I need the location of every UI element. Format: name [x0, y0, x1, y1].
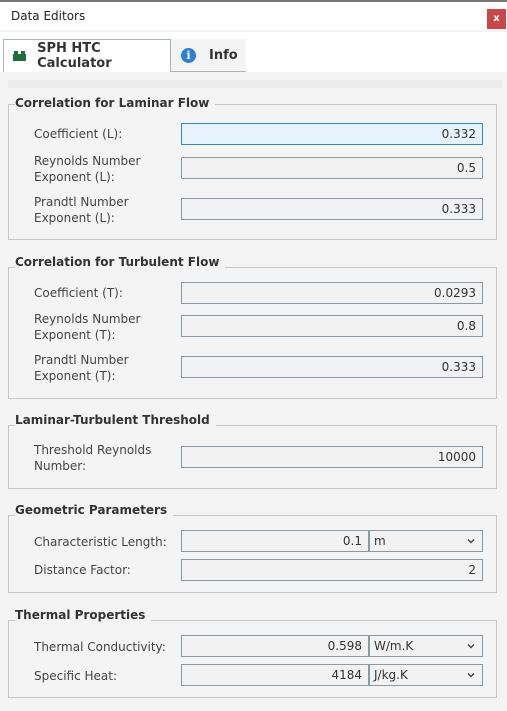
field-label: Distance Factor: — [34, 563, 131, 577]
chevron-down-icon — [467, 539, 475, 544]
field-label: Reynolds Number — [34, 312, 141, 326]
prandtl-exponent-l-input[interactable]: 0.333 — [181, 198, 483, 220]
group-title: Thermal Properties — [15, 608, 152, 622]
field-label: Reynolds Number — [34, 154, 141, 168]
group-title: Correlation for Turbulent Flow — [15, 255, 226, 269]
thermal-conductivity-unit-select[interactable]: W/m.K — [369, 635, 483, 657]
characteristic-length-unit-select[interactable]: m — [369, 530, 483, 552]
info-icon: i — [181, 47, 196, 63]
threshold-reynolds-input[interactable]: 10000 — [181, 446, 483, 468]
select-value: J/kg.K — [374, 668, 408, 682]
title-bar: Data Editors x — [0, 2, 507, 30]
field-label: Exponent (T): — [34, 328, 116, 342]
field-label: Characteristic Length: — [34, 535, 167, 549]
tab-label: Info — [209, 47, 238, 63]
chevron-down-icon — [467, 644, 475, 649]
group-title: Laminar-Turbulent Threshold — [15, 413, 216, 427]
select-value: W/m.K — [374, 639, 414, 653]
chevron-down-icon — [467, 673, 475, 678]
group-frame — [8, 620, 497, 698]
field-label: Coefficient (L): — [34, 127, 123, 141]
field-label: Exponent (L): — [34, 170, 115, 184]
field-label: Specific Heat: — [34, 669, 118, 683]
window-title: Data Editors — [11, 9, 86, 23]
group-title: Correlation for Laminar Flow — [15, 96, 216, 110]
field-label: Number: — [34, 459, 87, 473]
tab-sph-htc-calculator[interactable]: SPH HTC Calculator — [3, 39, 171, 72]
lego-block-icon — [13, 51, 26, 61]
field-label: Prandtl Number — [34, 353, 129, 367]
field-label: Exponent (T): — [34, 369, 116, 383]
coefficient-l-input[interactable]: 0.332 — [181, 123, 483, 145]
coefficient-t-input[interactable]: 0.0293 — [181, 282, 483, 304]
content-header-strip — [8, 80, 502, 88]
specific-heat-unit-select[interactable]: J/kg.K — [369, 664, 483, 686]
group-frame — [8, 515, 497, 593]
field-label: Coefficient (T): — [34, 286, 123, 300]
field-label: Prandtl Number — [34, 195, 129, 209]
reynolds-exponent-l-input[interactable]: 0.5 — [181, 157, 483, 179]
select-value: m — [374, 534, 386, 548]
tab-bar: SPH HTC Calculator i Info — [0, 32, 507, 72]
specific-heat-input[interactable]: 4184 — [181, 664, 369, 686]
characteristic-length-input[interactable]: 0.1 — [181, 530, 369, 552]
group-title: Geometric Parameters — [15, 503, 174, 517]
field-label: Exponent (L): — [34, 211, 115, 225]
prandtl-exponent-t-input[interactable]: 0.333 — [181, 356, 483, 378]
field-label: Thermal Conductivity: — [34, 640, 166, 654]
field-label: Threshold Reynolds — [34, 443, 152, 457]
close-button[interactable]: x — [487, 9, 506, 29]
tab-info[interactable]: i Info — [171, 39, 246, 72]
reynolds-exponent-t-input[interactable]: 0.8 — [181, 315, 483, 337]
thermal-conductivity-input[interactable]: 0.598 — [181, 635, 369, 657]
tab-label: SPH HTC Calculator — [37, 41, 112, 71]
distance-factor-input[interactable]: 2 — [181, 559, 483, 581]
